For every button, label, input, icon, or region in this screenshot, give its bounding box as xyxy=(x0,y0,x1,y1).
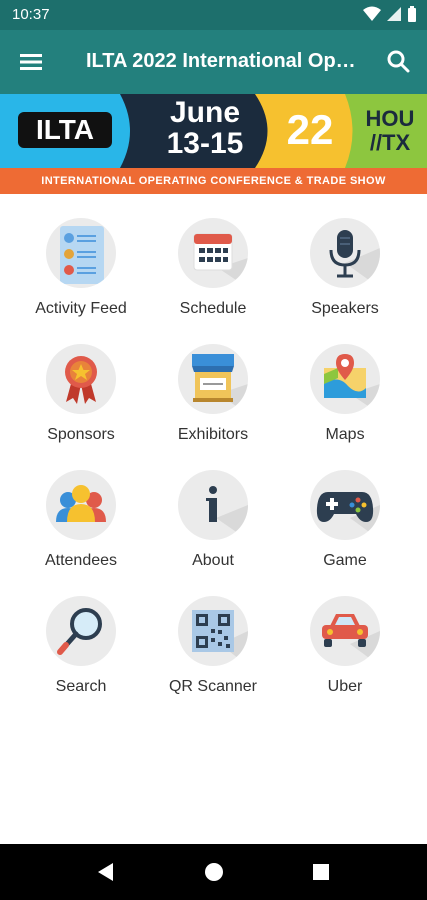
banner-dates-line2: 13-15 xyxy=(166,127,244,160)
app-title: ILTA 2022 International Operating Confer… xyxy=(86,50,356,72)
back-icon[interactable] xyxy=(94,860,118,884)
tile-label: Attendees xyxy=(44,552,118,569)
status-bar: 10:37 xyxy=(0,0,427,30)
tile-label: Game xyxy=(323,552,367,569)
hamburger-menu-button[interactable] xyxy=(16,46,48,78)
award-ribbon-icon xyxy=(46,344,116,414)
booth-icon xyxy=(178,344,248,414)
people-icon xyxy=(46,470,116,540)
tile-activity-feed[interactable]: Activity Feed xyxy=(10,210,152,330)
tile-game[interactable]: Game xyxy=(274,462,416,582)
system-nav-bar xyxy=(0,844,427,900)
banner-dates-line1: June xyxy=(169,96,241,129)
tile-label: About xyxy=(192,552,234,569)
tile-schedule[interactable]: Schedule xyxy=(142,210,284,330)
car-icon xyxy=(310,596,380,666)
search-icon xyxy=(387,50,410,73)
battery-icon xyxy=(408,6,416,22)
tile-maps[interactable]: Maps xyxy=(274,336,416,456)
tile-speakers[interactable]: Speakers xyxy=(274,210,416,330)
tile-qr-scanner[interactable]: QR Scanner xyxy=(142,588,284,708)
hamburger-icon xyxy=(20,54,42,70)
info-icon xyxy=(178,470,248,540)
status-time: 10:37 xyxy=(12,6,50,23)
banner-location-line1: HOU xyxy=(365,106,415,131)
qr-code-icon xyxy=(178,596,248,666)
microphone-icon xyxy=(310,218,380,288)
tile-label: Search xyxy=(55,678,107,695)
tile-sponsors[interactable]: Sponsors xyxy=(10,336,152,456)
recents-icon[interactable] xyxy=(309,860,333,884)
signal-icon xyxy=(387,7,401,21)
tile-uber[interactable]: Uber xyxy=(274,588,416,708)
wifi-icon xyxy=(363,6,381,21)
tile-label: Uber xyxy=(327,678,363,695)
calendar-icon xyxy=(178,218,248,288)
banner-location-line2: //TX xyxy=(369,130,411,155)
banner-year: 22 xyxy=(286,106,334,153)
tile-label: Speakers xyxy=(311,300,379,317)
search-button[interactable] xyxy=(383,46,415,78)
tile-label: Sponsors xyxy=(47,426,115,443)
banner-tagline: INTERNATIONAL OPERATING CONFERENCE & TRA… xyxy=(0,168,427,194)
app-bar: ILTA 2022 International Operating Confer… xyxy=(0,30,427,94)
tile-label: QR Scanner xyxy=(168,678,258,695)
gamepad-icon xyxy=(310,470,380,540)
tile-attendees[interactable]: Attendees xyxy=(10,462,152,582)
map-pin-icon xyxy=(310,344,380,414)
tile-label: Schedule xyxy=(179,300,247,317)
activity-feed-icon xyxy=(46,218,116,288)
status-icons xyxy=(363,6,417,22)
tile-search[interactable]: Search xyxy=(10,588,152,708)
tile-label: Activity Feed xyxy=(35,300,127,317)
magnifier-icon xyxy=(46,596,116,666)
tile-label: Exhibitors xyxy=(177,426,249,443)
banner-logo: ILTA xyxy=(35,114,95,145)
home-icon[interactable] xyxy=(202,860,226,884)
event-banner[interactable]: ILTA June 13-15 22 HOU //TX INTERNATIONA… xyxy=(0,94,427,194)
tile-about[interactable]: About xyxy=(142,462,284,582)
tile-label: Maps xyxy=(325,426,365,443)
tile-exhibitors[interactable]: Exhibitors xyxy=(142,336,284,456)
